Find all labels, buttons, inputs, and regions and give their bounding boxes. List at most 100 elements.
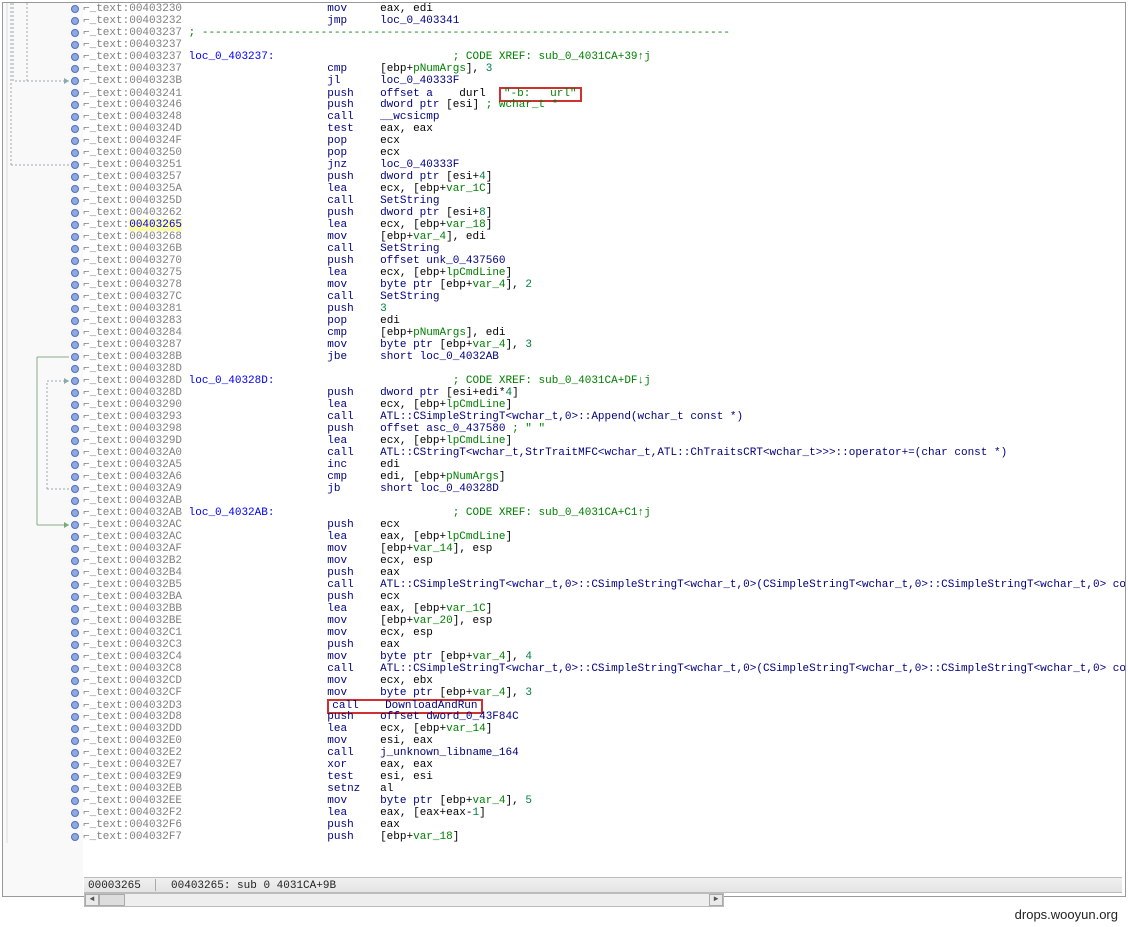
asm-line[interactable]: ⌐_text:004032CF mov byte ptr [ebp+var_4]… xyxy=(83,687,1125,699)
disassembly-view[interactable]: ⌐_text:00403230 mov eax, edi⌐_text:00403… xyxy=(2,2,1126,897)
breakpoint-dot[interactable] xyxy=(71,65,79,73)
asm-line[interactable]: ⌐_text:004032A9 jb short loc_0_40328D xyxy=(83,483,1125,495)
breakpoint-dot[interactable] xyxy=(71,113,79,121)
breakpoint-dot[interactable] xyxy=(71,209,79,217)
breakpoint-dot[interactable] xyxy=(71,581,79,589)
asm-line[interactable]: ⌐_text:0040328D loc_0_40328D: ; CODE XRE… xyxy=(83,375,1125,387)
asm-line[interactable]: ⌐_text:00403265 lea ecx, [ebp+var_18] xyxy=(83,219,1125,231)
breakpoint-dot[interactable] xyxy=(71,5,79,13)
asm-line[interactable]: ⌐_text:0040328B jbe short loc_0_4032AB xyxy=(83,351,1125,363)
asm-line[interactable]: ⌐_text:004032AF mov [ebp+var_14], esp xyxy=(83,543,1125,555)
asm-line[interactable]: ⌐_text:00403241 push offset a durl "-b: … xyxy=(83,87,1125,99)
asm-line[interactable]: ⌐_text:004032E2 call j_unknown_libname_1… xyxy=(83,747,1125,759)
asm-line[interactable]: ⌐_text:00403275 lea ecx, [ebp+lpCmdLine] xyxy=(83,267,1125,279)
breakpoint-dot[interactable] xyxy=(71,389,79,397)
asm-line[interactable]: ⌐_text:004032EE mov byte ptr [ebp+var_4]… xyxy=(83,795,1125,807)
breakpoint-dot[interactable] xyxy=(71,689,79,697)
asm-line[interactable]: ⌐_text:00403290 lea ecx, [ebp+lpCmdLine] xyxy=(83,399,1125,411)
asm-line[interactable]: ⌐_text:004032BB lea eax, [ebp+var_1C] xyxy=(83,603,1125,615)
asm-line[interactable]: ⌐_text:004032AB xyxy=(83,495,1125,507)
asm-line[interactable]: ⌐_text:00403293 call ATL::CSimpleStringT… xyxy=(83,411,1125,423)
breakpoint-dot[interactable] xyxy=(71,461,79,469)
breakpoint-dot[interactable] xyxy=(71,197,79,205)
asm-line[interactable]: ⌐_text:004032B5 call ATL::CSimpleStringT… xyxy=(83,579,1125,591)
asm-line[interactable]: ⌐_text:00403298 push offset asc_0_437580… xyxy=(83,423,1125,435)
asm-line[interactable]: ⌐_text:00403268 mov [ebp+var_4], edi xyxy=(83,231,1125,243)
asm-line[interactable]: ⌐_text:0040325A lea ecx, [ebp+var_1C] xyxy=(83,183,1125,195)
asm-line[interactable]: ⌐_text:00403246 push dword ptr [esi] ; w… xyxy=(83,99,1125,111)
breakpoint-dot[interactable] xyxy=(71,593,79,601)
asm-line[interactable]: ⌐_text:004032AC lea eax, [ebp+lpCmdLine] xyxy=(83,531,1125,543)
breakpoint-dot[interactable] xyxy=(71,317,79,325)
breakpoint-dot[interactable] xyxy=(71,545,79,553)
breakpoint-dot[interactable] xyxy=(71,677,79,685)
asm-line[interactable]: ⌐_text:004032AB loc_0_4032AB: ; CODE XRE… xyxy=(83,507,1125,519)
breakpoint-dot[interactable] xyxy=(71,341,79,349)
breakpoint-dot[interactable] xyxy=(71,365,79,373)
breakpoint-dot[interactable] xyxy=(71,485,79,493)
breakpoint-dot[interactable] xyxy=(71,773,79,781)
asm-line[interactable]: ⌐_text:004032E0 mov esi, eax xyxy=(83,735,1125,747)
breakpoint-dot[interactable] xyxy=(71,497,79,505)
asm-line[interactable]: ⌐_text:00403237 cmp [ebp+pNumArgs], 3 xyxy=(83,63,1125,75)
breakpoint-dot[interactable] xyxy=(71,257,79,265)
asm-line[interactable]: ⌐_text:004032EB setnz al xyxy=(83,783,1125,795)
asm-line[interactable]: ⌐_text:0040329D lea ecx, [ebp+lpCmdLine] xyxy=(83,435,1125,447)
breakpoint-dot[interactable] xyxy=(71,437,79,445)
scroll-right-button[interactable]: ► xyxy=(709,894,723,906)
breakpoint-dot[interactable] xyxy=(71,125,79,133)
breakpoint-dot[interactable] xyxy=(71,305,79,313)
breakpoint-dot[interactable] xyxy=(71,785,79,793)
asm-line[interactable]: ⌐_text:0040328D xyxy=(83,363,1125,375)
asm-line[interactable]: ⌐_text:0040323B jl loc_0_40333F xyxy=(83,75,1125,87)
asm-line[interactable]: ⌐_text:004032AC push ecx xyxy=(83,519,1125,531)
breakpoint-dot[interactable] xyxy=(71,533,79,541)
asm-line[interactable]: ⌐_text:00403250 pop ecx xyxy=(83,147,1125,159)
breakpoint-dot[interactable] xyxy=(71,473,79,481)
breakpoint-dot[interactable] xyxy=(71,557,79,565)
asm-line[interactable]: ⌐_text:00403237 loc_0_403237: ; CODE XRE… xyxy=(83,51,1125,63)
breakpoint-dot[interactable] xyxy=(71,281,79,289)
asm-line[interactable]: ⌐_text:004032C3 push eax xyxy=(83,639,1125,651)
breakpoint-dot[interactable] xyxy=(71,521,79,529)
breakpoint-dot[interactable] xyxy=(71,173,79,181)
asm-line[interactable]: ⌐_text:0040325D call SetString xyxy=(83,195,1125,207)
breakpoint-dot[interactable] xyxy=(71,401,79,409)
breakpoint-dot[interactable] xyxy=(71,353,79,361)
asm-line[interactable]: ⌐_text:00403278 mov byte ptr [ebp+var_4]… xyxy=(83,279,1125,291)
asm-line[interactable]: ⌐_text:004032E7 xor eax, eax xyxy=(83,759,1125,771)
breakpoint-dot[interactable] xyxy=(71,653,79,661)
breakpoint-dot[interactable] xyxy=(71,29,79,37)
breakpoint-dot[interactable] xyxy=(71,737,79,745)
asm-line[interactable]: ⌐_text:004032D8 push offset dword_0_43F8… xyxy=(83,711,1125,723)
breakpoint-dot[interactable] xyxy=(71,293,79,301)
asm-line[interactable]: ⌐_text:004032B2 mov ecx, esp xyxy=(83,555,1125,567)
breakpoint-dot[interactable] xyxy=(71,89,79,97)
breakpoint-dot[interactable] xyxy=(71,833,79,841)
asm-line[interactable]: ⌐_text:0040328D push dword ptr [esi+edi*… xyxy=(83,387,1125,399)
asm-line[interactable]: ⌐_text:00403270 push offset unk_0_437560 xyxy=(83,255,1125,267)
breakpoint-dot[interactable] xyxy=(71,629,79,637)
horizontal-scrollbar[interactable]: ◄ ► xyxy=(84,893,724,907)
breakpoint-dot[interactable] xyxy=(71,821,79,829)
asm-line[interactable]: ⌐_text:004032B4 push eax xyxy=(83,567,1125,579)
breakpoint-dot[interactable] xyxy=(71,41,79,49)
asm-line[interactable]: ⌐_text:004032D3 call DownloadAndRun xyxy=(83,699,1125,711)
breakpoint-dot[interactable] xyxy=(71,17,79,25)
asm-line[interactable]: ⌐_text:004032BE mov [ebp+var_20], esp xyxy=(83,615,1125,627)
code-listing[interactable]: ⌐_text:00403230 mov eax, edi⌐_text:00403… xyxy=(83,3,1125,896)
breakpoint-dot[interactable] xyxy=(71,605,79,613)
asm-line[interactable]: ⌐_text:00403237 ; ----------------------… xyxy=(83,27,1125,39)
asm-line[interactable]: ⌐_text:00403262 push dword ptr [esi+8] xyxy=(83,207,1125,219)
breakpoint-dot[interactable] xyxy=(71,809,79,817)
breakpoint-dot[interactable] xyxy=(71,149,79,157)
breakpoint-dot[interactable] xyxy=(71,329,79,337)
breakpoint-dot[interactable] xyxy=(71,509,79,517)
asm-line[interactable]: ⌐_text:004032F2 lea eax, [eax+eax-1] xyxy=(83,807,1125,819)
asm-line[interactable]: ⌐_text:004032C8 call ATL::CSimpleStringT… xyxy=(83,663,1125,675)
asm-line[interactable]: ⌐_text:004032CD mov ecx, ebx xyxy=(83,675,1125,687)
asm-line[interactable]: ⌐_text:004032F7 push [ebp+var_18] xyxy=(83,831,1125,843)
breakpoint-dot[interactable] xyxy=(71,797,79,805)
breakpoint-dot[interactable] xyxy=(71,425,79,433)
breakpoint-dot[interactable] xyxy=(71,725,79,733)
